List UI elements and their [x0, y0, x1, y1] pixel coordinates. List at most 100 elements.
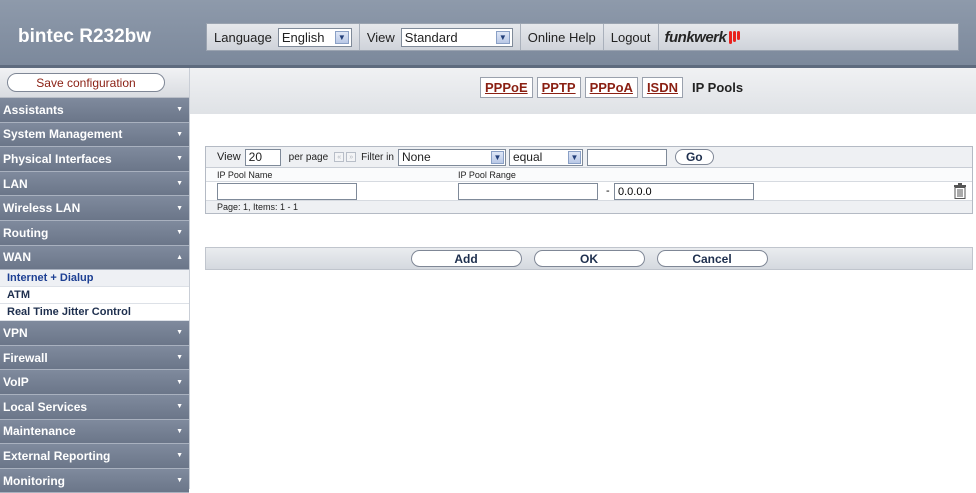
filter-value-input[interactable]	[586, 148, 667, 166]
tab-pptp[interactable]: PPTP	[536, 77, 581, 98]
sidebar-item-label: Routing	[3, 225, 49, 240]
language-value: English	[281, 29, 325, 45]
language-group: Language English ▼	[207, 24, 360, 50]
sidebar-item-label: LAN	[3, 176, 28, 191]
sidebar-item-label: WAN	[3, 250, 31, 265]
per-page-input[interactable]: 20	[244, 148, 281, 166]
chevron-down-icon: ▼	[334, 30, 349, 44]
table-row: - 0.0.0.0	[206, 182, 972, 201]
sidebar-item-vpn[interactable]: VPN ▼	[0, 321, 189, 346]
sidebar-subitem-atm[interactable]: ATM	[0, 287, 189, 305]
filter-field-select[interactable]: None ▼	[397, 148, 506, 166]
save-configuration-button[interactable]: Save configuration	[7, 73, 165, 92]
sidebar-item-label: Assistants	[3, 102, 64, 117]
device-title: bintec R232bw	[18, 26, 152, 47]
action-bar: Add OK Cancel	[205, 247, 973, 270]
chevron-down-icon: ▼	[176, 452, 183, 460]
language-label: Language	[214, 29, 272, 45]
chevron-down-icon: ▼	[176, 155, 183, 163]
tab-pppoa[interactable]: PPPoA	[584, 77, 638, 98]
view-value: Standard	[404, 29, 458, 45]
pool-name-input[interactable]	[217, 183, 357, 200]
chevron-down-icon: ▼	[176, 329, 183, 337]
chevron-down-icon: ▼	[176, 204, 183, 212]
logo-text: funkwerk	[664, 28, 727, 46]
chevron-down-icon: ▼	[176, 229, 183, 237]
sidebar-item-label: Wireless LAN	[3, 201, 81, 216]
ip-pools-list: View 20 per page « » Filter in None ▼ eq…	[205, 146, 973, 214]
main-content: PPPoE PPTP PPPoA ISDN IP Pools View 20 p…	[190, 68, 976, 489]
chevron-down-icon: ▼	[176, 403, 183, 411]
sidebar-item-label: Local Services	[3, 399, 88, 414]
sidebar-item-label: System Management	[3, 127, 123, 142]
chevron-down-icon: ▼	[176, 130, 183, 138]
language-select[interactable]: English ▼	[277, 27, 352, 47]
sidebar-nav: Save configuration Assistants ▼ System Ma…	[0, 68, 190, 493]
tab-isdn[interactable]: ISDN	[641, 77, 683, 98]
online-help-link[interactable]: Online Help	[521, 24, 604, 50]
sidebar-item-external-reporting[interactable]: External Reporting ▼	[0, 444, 189, 469]
go-button[interactable]: Go	[674, 149, 714, 165]
sidebar-item-lan[interactable]: LAN ▼	[0, 171, 189, 197]
prev-page-icon[interactable]: «	[334, 152, 345, 162]
header-bar: bintec R232bw Language English ▼ View St…	[0, 0, 976, 68]
sidebar-item-wireless-lan[interactable]: Wireless LAN ▼	[0, 196, 189, 221]
tab-pppoe[interactable]: PPPoE	[480, 77, 533, 98]
sidebar-item-label: Maintenance	[3, 424, 76, 439]
logo-mark-icon	[728, 30, 741, 44]
view-label: View	[366, 29, 395, 45]
save-config-area: Save configuration	[0, 68, 189, 98]
filter-op-select[interactable]: equal ▼	[508, 148, 583, 166]
sidebar-item-label: Monitoring	[3, 473, 65, 488]
tab-ip-pools[interactable]: IP Pools	[687, 77, 748, 98]
sidebar-item-voip[interactable]: VoIP ▼	[0, 370, 189, 395]
sidebar-item-wan[interactable]: WAN ▲	[0, 245, 189, 271]
sidebar-item-local-services[interactable]: Local Services ▼	[0, 394, 189, 420]
chevron-down-icon: ▼	[176, 378, 183, 386]
filter-field-value: None	[401, 150, 431, 164]
chevron-down-icon: ▼	[176, 106, 183, 114]
range-end-input[interactable]: 0.0.0.0	[614, 183, 754, 200]
add-button[interactable]: Add	[410, 250, 522, 267]
sidebar-subitem-internet-dialup[interactable]: Internet + Dialup	[0, 270, 189, 288]
ok-button[interactable]: OK	[533, 250, 645, 267]
sidebar-item-firewall[interactable]: Firewall ▼	[0, 345, 189, 371]
col-ip-pool-range: IP Pool Range	[458, 169, 516, 180]
sidebar-item-routing[interactable]: Routing ▼	[0, 220, 189, 246]
sidebar-item-maintenance[interactable]: Maintenance ▼	[0, 419, 189, 445]
sidebar-item-system-management[interactable]: System Management ▼	[0, 122, 189, 148]
chevron-down-icon: ▼	[176, 427, 183, 435]
view-select[interactable]: Standard ▼	[400, 27, 513, 47]
trash-icon[interactable]	[953, 183, 967, 199]
cancel-button[interactable]: Cancel	[656, 250, 768, 267]
sidebar-item-assistants[interactable]: Assistants ▼	[0, 98, 189, 123]
view-label: View	[217, 151, 241, 163]
range-start-input[interactable]	[458, 183, 598, 200]
table-header: IP Pool Name IP Pool Range	[206, 168, 972, 182]
chevron-down-icon: ▼	[495, 30, 510, 44]
sidebar-item-label: VPN	[3, 325, 28, 340]
sidebar-item-label: External Reporting	[3, 448, 111, 463]
funkwerk-logo: funkwerk	[659, 24, 748, 50]
sidebar-subitem-real-time-jitter-control[interactable]: Real Time Jitter Control	[0, 304, 189, 322]
list-footer: Page: 1, Items: 1 - 1	[206, 201, 972, 213]
sidebar-item-label: Firewall	[3, 350, 48, 365]
tab-list: PPPoE PPTP PPPoA ISDN IP Pools	[480, 77, 748, 98]
sidebar-item-label: Physical Interfaces	[3, 151, 112, 166]
filter-label: Filter in	[361, 151, 394, 163]
chevron-down-icon: ▼	[176, 477, 183, 485]
top-toolbar: Language English ▼ View Standard ▼ Onlin…	[206, 23, 959, 51]
tabs-bar: PPPoE PPTP PPPoA ISDN IP Pools	[190, 68, 976, 114]
chevron-up-icon: ▲	[176, 253, 183, 261]
sidebar-item-physical-interfaces[interactable]: Physical Interfaces ▼	[0, 147, 189, 172]
next-page-icon[interactable]: »	[346, 152, 357, 162]
sidebar-item-label: VoIP	[3, 375, 29, 390]
per-page-label: per page	[288, 151, 329, 163]
col-ip-pool-name: IP Pool Name	[217, 169, 273, 180]
sidebar-item-monitoring[interactable]: Monitoring ▼	[0, 468, 189, 493]
range-separator: -	[606, 185, 610, 197]
view-group: View Standard ▼	[360, 24, 521, 50]
logout-link[interactable]: Logout	[604, 24, 659, 50]
list-toolbar: View 20 per page « » Filter in None ▼ eq…	[206, 147, 972, 168]
chevron-down-icon: ▼	[567, 150, 581, 164]
